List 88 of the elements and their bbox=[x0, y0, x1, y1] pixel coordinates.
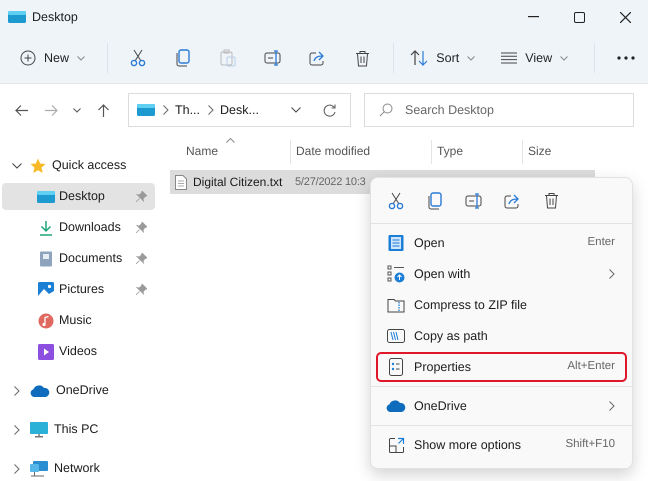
expand-icon bbox=[388, 436, 404, 454]
monitor-icon bbox=[30, 422, 48, 438]
sort-up-icon bbox=[226, 138, 235, 143]
cut-icon bbox=[130, 49, 146, 67]
rename-icon bbox=[464, 192, 482, 208]
copy-icon bbox=[426, 192, 442, 210]
chevron-right-icon bbox=[163, 105, 169, 115]
nav-item[interactable]: Network bbox=[2, 453, 155, 481]
caret-icon bbox=[77, 56, 86, 60]
nav-item[interactable]: Documents bbox=[2, 245, 155, 272]
shortcut-text: Enter bbox=[588, 235, 615, 250]
chevron-down-icon bbox=[12, 162, 22, 168]
menu-item[interactable]: Compress to ZIP file bbox=[376, 290, 627, 320]
desktop-icon bbox=[37, 190, 55, 204]
chevron-down-icon bbox=[73, 108, 81, 112]
column-header[interactable]: Name bbox=[170, 136, 290, 170]
view-button[interactable]: View bbox=[493, 41, 576, 75]
trash-icon bbox=[544, 192, 559, 209]
rename-icon bbox=[264, 50, 282, 66]
new-button[interactable]: New bbox=[12, 41, 94, 75]
nav-item[interactable]: OneDrive bbox=[2, 375, 155, 406]
open-with-icon bbox=[387, 265, 405, 283]
list-lines-icon bbox=[501, 52, 518, 64]
paste-icon bbox=[220, 49, 236, 67]
column-header[interactable]: Date modified bbox=[291, 136, 431, 170]
nav-item[interactable]: Pictures bbox=[2, 276, 155, 303]
shortcut-text: Alt+Enter bbox=[567, 359, 615, 374]
plus-circle-icon bbox=[20, 50, 36, 66]
minimize-icon bbox=[528, 16, 538, 18]
menu-item[interactable]: Show more options Shift+F10 bbox=[376, 430, 627, 460]
menu-item[interactable]: Open with bbox=[376, 259, 627, 289]
network-computer-icon bbox=[30, 460, 48, 476]
music-note-icon bbox=[38, 312, 54, 328]
properties-icon bbox=[389, 358, 403, 376]
chevron-right-icon bbox=[208, 105, 214, 115]
more-dots-icon bbox=[616, 56, 635, 60]
chevron-right-icon bbox=[14, 464, 20, 474]
nav-item[interactable]: Music bbox=[2, 307, 155, 334]
maximize-icon bbox=[574, 12, 584, 22]
search-field[interactable]: Search Desktop bbox=[364, 93, 634, 127]
video-icon bbox=[38, 344, 54, 360]
copy-icon bbox=[175, 49, 192, 67]
document-icon bbox=[39, 250, 53, 266]
picture-icon bbox=[38, 282, 54, 298]
menu-item[interactable]: Open Enter bbox=[376, 228, 627, 258]
nav-item[interactable]: Quick access bbox=[2, 150, 155, 181]
caret-icon bbox=[560, 56, 568, 60]
close-icon bbox=[620, 12, 630, 22]
notepad-icon bbox=[388, 234, 404, 252]
folder-icon bbox=[8, 10, 26, 24]
breadcrumb-item[interactable]: Desk... bbox=[220, 100, 259, 120]
cloud-icon bbox=[386, 400, 406, 412]
text-file-icon bbox=[175, 174, 187, 190]
address-bar[interactable]: Th... Desk... bbox=[128, 93, 351, 127]
zip-folder-icon bbox=[387, 297, 405, 313]
nav-item[interactable]: Desktop bbox=[2, 183, 155, 210]
menu-item[interactable]: OneDrive bbox=[376, 391, 627, 421]
cut-icon bbox=[388, 192, 404, 210]
breadcrumb-item[interactable]: Th... bbox=[175, 100, 200, 120]
chevron-right-icon bbox=[14, 386, 20, 396]
chevron-down-icon bbox=[291, 107, 301, 113]
desktop-icon bbox=[137, 103, 155, 117]
nav-item[interactable]: Videos bbox=[2, 338, 155, 365]
forward-arrow-icon bbox=[44, 104, 58, 116]
date-cell-text: 5/27/2022 10:3 bbox=[295, 174, 366, 190]
up-arrow-icon bbox=[98, 104, 108, 116]
trash-icon bbox=[355, 50, 370, 66]
download-arrow-icon bbox=[39, 220, 53, 236]
cloud-icon bbox=[30, 384, 50, 396]
column-header[interactable]: Type bbox=[432, 136, 522, 170]
nav-item[interactable]: Downloads bbox=[2, 214, 155, 241]
path-icon bbox=[387, 329, 405, 343]
nav-item[interactable]: This PC bbox=[2, 414, 155, 445]
sort-arrows-icon bbox=[410, 50, 428, 66]
shortcut-text: Shift+F10 bbox=[565, 437, 615, 452]
search-icon bbox=[379, 103, 393, 117]
refresh-icon[interactable] bbox=[323, 104, 336, 116]
caret-icon bbox=[467, 56, 476, 60]
menu-item[interactable]: Properties Alt+Enter bbox=[376, 352, 627, 382]
star-icon bbox=[30, 158, 46, 174]
back-arrow-icon bbox=[14, 104, 28, 116]
sort-button[interactable]: Sort bbox=[402, 41, 484, 75]
share-icon bbox=[504, 192, 521, 208]
menu-item[interactable]: Copy as path bbox=[376, 321, 627, 351]
share-icon bbox=[309, 50, 326, 66]
column-header[interactable]: Size bbox=[523, 136, 597, 170]
chevron-right-icon bbox=[14, 424, 20, 434]
window-title: Desktop bbox=[32, 8, 78, 26]
